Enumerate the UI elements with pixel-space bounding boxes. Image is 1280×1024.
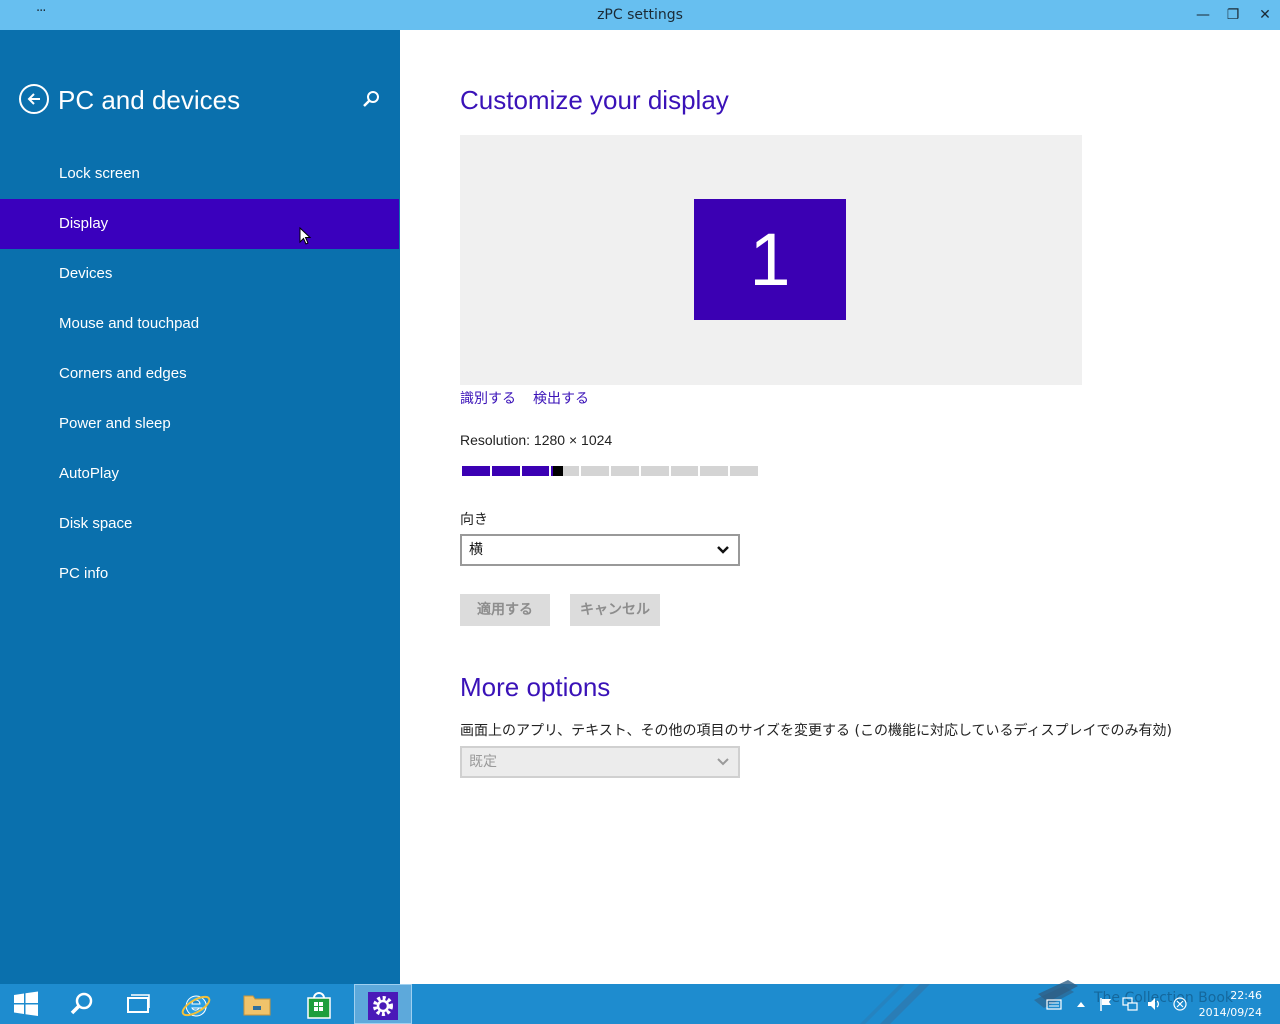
sidebar-item-label: Disk space [59, 515, 133, 532]
start-button[interactable] [0, 984, 56, 1024]
size-change-label: 画面上のアプリ、テキスト、その他の項目のサイズを変更する (この機能に対応してい… [460, 723, 1173, 739]
sidebar-item-pc-info[interactable]: PC info [0, 549, 399, 599]
back-button[interactable] [19, 84, 49, 114]
network-icon[interactable] [1122, 996, 1138, 1012]
gear-icon [368, 992, 398, 1020]
taskbar-pc-settings[interactable] [354, 984, 412, 1024]
sidebar-item-lock-screen[interactable]: Lock screen [0, 149, 399, 199]
folder-icon [243, 995, 271, 1016]
slider-tick [669, 466, 671, 476]
close-button[interactable]: ✕ [1250, 0, 1280, 30]
search-button[interactable] [360, 89, 382, 111]
sidebar-item-label: Mouse and touchpad [59, 315, 200, 332]
slider-tick [639, 466, 641, 476]
window-title: zPC settings [597, 7, 683, 23]
search-icon [70, 992, 93, 1015]
minimize-button[interactable]: — [1188, 0, 1218, 30]
taskbar-internet-explorer[interactable] [168, 984, 224, 1024]
sidebar-item-label: Lock screen [59, 165, 140, 182]
sidebar-item-disk-space[interactable]: Disk space [0, 499, 399, 549]
orientation-value: 横 [469, 542, 483, 558]
taskbar-search-button[interactable] [56, 984, 112, 1024]
taskbar-store[interactable] [292, 984, 348, 1024]
keyboard-icon[interactable] [1046, 996, 1062, 1012]
size-dropdown[interactable]: 既定 [460, 746, 740, 778]
cancel-button[interactable]: キャンセル [570, 594, 660, 626]
sidebar-item-autoplay[interactable]: AutoPlay [0, 449, 399, 499]
ime-status-icon[interactable] [1172, 996, 1188, 1012]
slider-tick [520, 466, 522, 476]
sidebar-item-mouse-and-touchpad[interactable]: Mouse and touchpad [0, 299, 399, 349]
sidebar-item-corners-and-edges[interactable]: Corners and edges [0, 349, 399, 399]
internet-explorer-icon [181, 995, 211, 1017]
slider-tick [698, 466, 700, 476]
more-options-title: More options [460, 672, 611, 702]
slider-tick [609, 466, 611, 476]
slider-tick [460, 466, 462, 476]
sidebar-title: PC and devices [58, 85, 241, 115]
identify-link[interactable]: 識別する [460, 389, 516, 409]
volume-icon[interactable] [1146, 996, 1162, 1012]
clock-date[interactable]: 2014/09/24 [1196, 1006, 1262, 1020]
sidebar-item-label: PC info [59, 565, 109, 582]
sidebar-item-power-and-sleep[interactable]: Power and sleep [0, 399, 399, 449]
apply-button[interactable]: 適用する [460, 594, 550, 626]
back-arrow-icon [27, 93, 40, 105]
restore-button[interactable]: ❐ [1218, 0, 1248, 30]
chevron-down-icon [717, 758, 729, 766]
sidebar-item-display[interactable]: Display [0, 199, 399, 249]
sidebar-item-label: AutoPlay [59, 465, 120, 482]
slider-tick [490, 466, 492, 476]
chevron-down-icon [717, 546, 729, 554]
resolution-label: Resolution: 1280 × 1024 [460, 432, 613, 448]
slider-tick [579, 466, 581, 476]
show-hidden-icons-icon[interactable] [1073, 996, 1089, 1012]
app-menu-button[interactable]: ··· [36, 4, 56, 24]
slider-tick [549, 466, 551, 476]
mouse-cursor-icon [299, 227, 312, 245]
taskbar-file-explorer[interactable] [230, 984, 286, 1024]
detect-link[interactable]: 検出する [533, 389, 589, 409]
sidebar-item-devices[interactable]: Devices [0, 249, 399, 299]
action-center-flag-icon[interactable] [1098, 996, 1114, 1012]
sidebar-item-label: Devices [59, 265, 113, 282]
task-view-icon [127, 994, 150, 1013]
sidebar-item-label: Corners and edges [59, 365, 187, 382]
slider-tick [758, 466, 760, 476]
store-bag-icon [307, 992, 331, 1019]
task-view-button[interactable] [112, 984, 168, 1024]
clock-time[interactable]: 22:46 [1200, 989, 1262, 1003]
size-value: 既定 [469, 754, 497, 770]
page-title: Customize your display [460, 85, 729, 115]
slider-tick [728, 466, 730, 476]
search-icon [363, 91, 379, 107]
orientation-dropdown[interactable]: 横 [460, 534, 740, 566]
slider-fill [460, 466, 553, 476]
sidebar-item-label: Power and sleep [59, 415, 171, 432]
taskbar-stripe-decoration [860, 984, 930, 1024]
monitor-tile[interactable]: 1 [694, 199, 846, 320]
windows-logo-icon [14, 991, 38, 1016]
resolution-slider[interactable] [460, 466, 760, 476]
orientation-label: 向き [460, 512, 488, 528]
sidebar-item-label: Display [59, 215, 109, 232]
slider-thumb[interactable] [553, 466, 563, 476]
